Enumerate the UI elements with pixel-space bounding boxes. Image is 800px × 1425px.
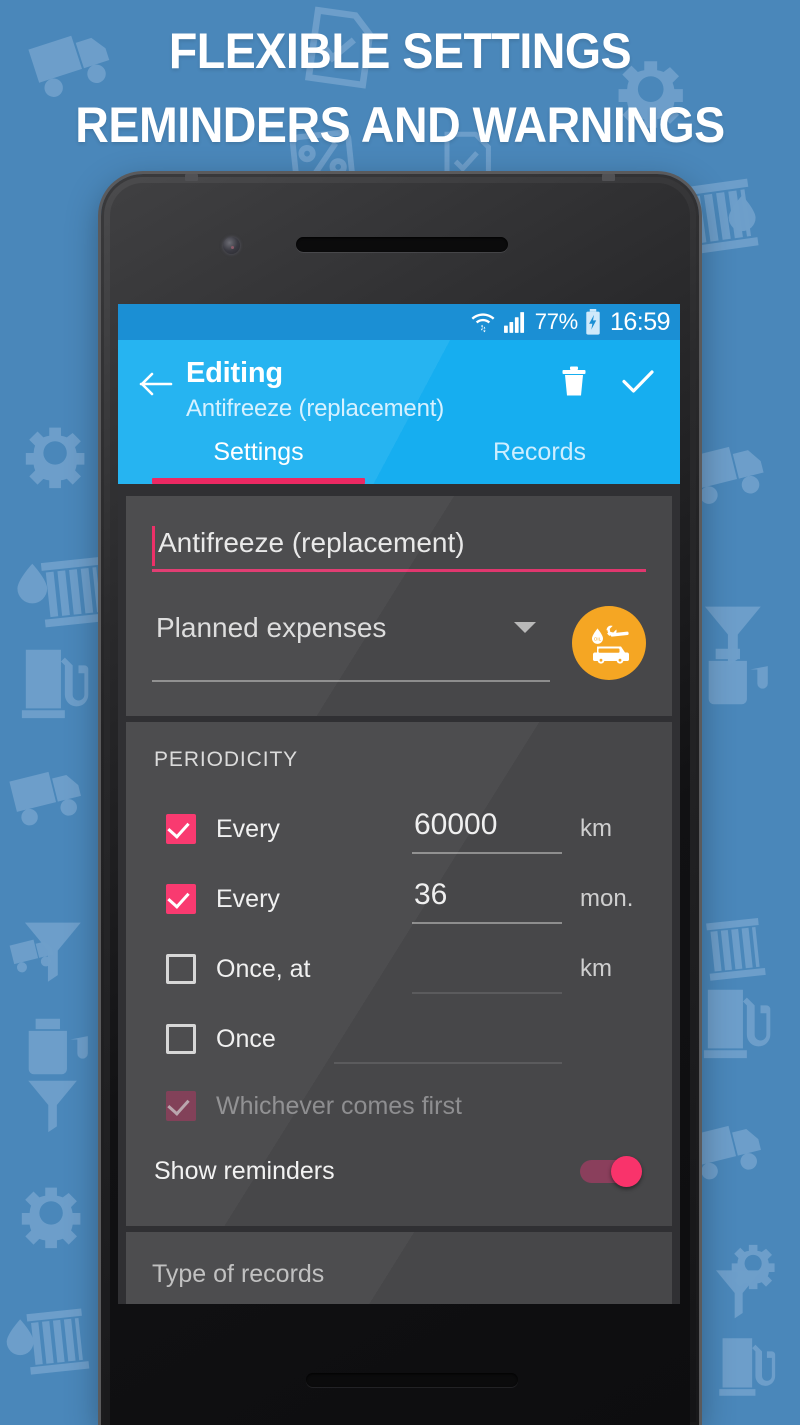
category-row: Planned expenses OIL [152,606,646,686]
droplet-watermark-icon [728,195,756,232]
headline-line-2: REMINDERS AND WARNINGS [75,97,725,153]
periodicity-row-every-months: Every 36 mon. [152,864,646,934]
card-periodicity: PERIODICITY Every 60000 km Every 36 mon.… [126,722,672,1226]
app-bar: Editing Antifreeze (replacement) Setting… [118,340,680,484]
page-title: Editing [186,357,283,389]
car-service-icon[interactable]: OIL [572,606,646,680]
periodicity-row-once-at: Once, at km [152,934,646,1004]
truck-watermark-icon [9,771,81,826]
droplet-watermark-icon [17,563,48,604]
tab-records-label: Records [492,437,587,466]
paintcan-watermark-icon [28,1018,88,1075]
label-every-months: Every [216,884,280,913]
periodicity-row-every-km: Every 60000 km [152,794,646,864]
unit-every-months: mon. [580,885,634,912]
toggle-show-reminders[interactable] [580,1156,642,1187]
unit-once-at: km [580,955,612,982]
checkbox-once[interactable] [166,1024,196,1054]
input-every-km-underline [412,852,562,854]
phone-top-left-nub [185,174,198,181]
periodicity-row-whichever: Whichever comes first [152,1074,646,1138]
check-icon [167,886,190,909]
input-every-km-value: 60000 [414,808,498,841]
input-once[interactable] [334,1018,562,1064]
check-icon[interactable] [620,362,656,400]
periodicity-section-label: PERIODICITY [154,748,299,771]
label-type-of-records: Type of records [152,1260,325,1288]
tab-bar: Settings Records [118,426,680,484]
funnel-watermark-icon [716,1270,762,1319]
card-main-details: Antifreeze (replacement) Planned expense… [126,496,672,716]
gear-watermark-icon [25,427,85,489]
fuelpump-watermark-icon [719,1338,776,1396]
gear-watermark-icon [21,1187,81,1249]
card-type-of-records[interactable]: Type of records [126,1232,672,1304]
category-spinner-value: Planned expenses [156,612,387,643]
input-once-at-underline [412,992,562,994]
tab-settings[interactable]: Settings [118,428,399,484]
phone-mockup: 77% 16:59 Editing Antifreeze (replacemen… [101,174,699,1425]
text-caret [152,526,155,566]
input-once-value [334,1018,336,1051]
checkbox-once-at[interactable] [166,954,196,984]
bottom-speaker [306,1373,518,1387]
headline-line-1: FLEXIBLE SETTINGS [168,23,632,79]
tab-active-indicator [151,478,366,484]
check-icon [167,816,190,839]
promo-headline: FLEXIBLE SETTINGS REMINDERS AND WARNINGS [28,14,772,162]
fuelpump-watermark-icon [21,649,89,719]
radiator-watermark-icon [706,918,766,981]
wifi-icon [470,309,496,335]
name-input-underline [152,569,646,572]
check-icon [167,1093,190,1116]
svg-text:OIL: OIL [594,637,602,642]
category-spinner[interactable]: Planned expenses [152,610,550,682]
funnel-watermark-icon [28,1080,77,1133]
app-bar-actions [556,354,662,400]
label-whichever-comes-first: Whichever comes first [216,1091,462,1120]
page-subtitle: Antifreeze (replacement) [186,395,444,422]
battery-charging-icon [585,309,601,335]
input-every-months-underline [412,922,562,924]
settings-content: Antifreeze (replacement) Planned expense… [118,484,680,1304]
input-every-months[interactable]: 36 [412,878,562,924]
name-input-value: Antifreeze (replacement) [158,527,465,558]
input-once-at[interactable] [412,948,562,994]
tab-records[interactable]: Records [399,428,680,484]
unit-every-km: km [580,815,612,842]
label-show-reminders: Show reminders [154,1156,335,1185]
checkbox-whichever-comes-first [166,1091,196,1121]
status-clock: 16:59 [609,307,671,336]
label-once-at: Once, at [216,954,311,983]
chevron-down-icon [514,622,536,633]
status-bar: 77% 16:59 [118,304,680,340]
back-arrow-icon[interactable] [132,360,180,408]
toggle-thumb [611,1156,642,1187]
fuelpump-watermark-icon [703,989,771,1059]
paintcan-watermark-icon [708,648,768,705]
app-bar-titles: Editing Antifreeze (replacement) [180,354,556,426]
periodicity-row-once: Once [152,1004,646,1074]
trash-icon[interactable] [556,362,592,400]
name-input[interactable]: Antifreeze (replacement) [152,524,646,572]
earpiece-speaker [296,237,508,252]
phone-screen: 77% 16:59 Editing Antifreeze (replacemen… [118,304,680,1304]
input-once-underline [334,1062,562,1064]
input-once-at-value [412,948,414,981]
checkbox-every-months[interactable] [166,884,196,914]
label-every-km: Every [216,814,280,843]
category-spinner-underline [152,680,550,682]
input-every-km[interactable]: 60000 [412,808,562,854]
droplet-watermark-icon [6,1319,34,1356]
show-reminders-row[interactable]: Show reminders [152,1138,646,1204]
battery-percent-label: 77% [534,309,578,334]
phone-top-right-nub [602,174,615,181]
front-camera-icon [223,237,240,254]
cellular-signal-icon [503,311,528,334]
label-once: Once [216,1024,276,1053]
tab-settings-label: Settings [213,437,304,466]
phone-glass: 77% 16:59 Editing Antifreeze (replacemen… [110,183,690,1425]
input-every-months-value: 36 [414,878,448,911]
checkbox-every-km[interactable] [166,814,196,844]
